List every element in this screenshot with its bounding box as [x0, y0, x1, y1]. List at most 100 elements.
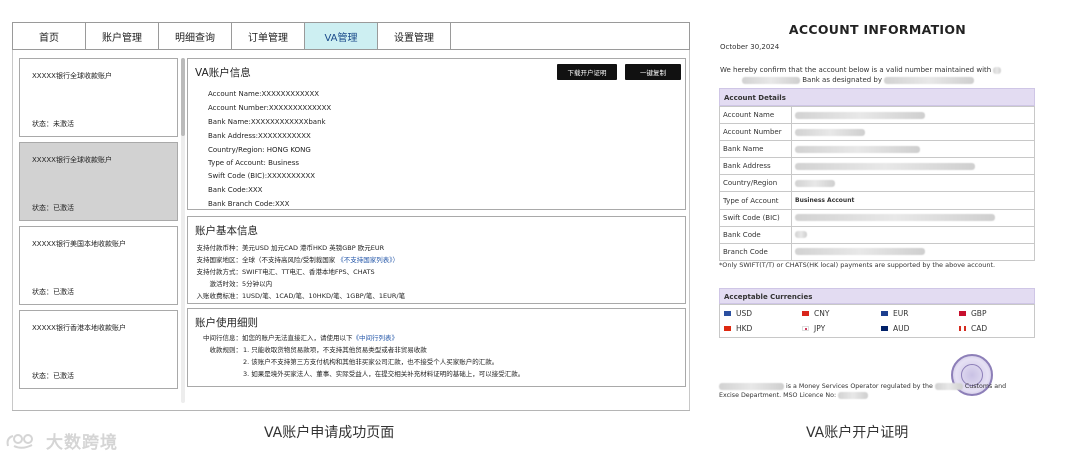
table-row: Branch Code: [719, 242, 1035, 261]
currency-grid: USD CNY EUR GBP HKD JPY AUD CAD: [719, 304, 1035, 338]
info-label: 激活时效：: [209, 280, 243, 288]
detail-label: Swift Code (BIC): [719, 208, 792, 227]
basic-info-title: 账户基本信息: [195, 225, 258, 237]
redacted-text: [795, 145, 920, 153]
account-name: XXXXX银行香港本地收款账户: [32, 324, 126, 332]
rule-item: 3. 如果是境外买家法人、董事、实际受益人，在提交相关补充材料证明的基础上，可以…: [243, 370, 525, 378]
detail-label: Branch Code: [719, 242, 792, 261]
info-row: 支持付款方式：SWIFT电汇、TT电汇、香港本地FPS、CHATS: [196, 266, 375, 276]
rule-item: 2. 该账户不支持第三方支付机构和其他非买家公司汇款，也不接受个人买家账户的汇款…: [243, 358, 499, 366]
detail-value: [791, 242, 1035, 261]
account-card[interactable]: XXXXX银行香港本地收款账户 状态：已激活: [19, 310, 178, 389]
copy-all-button[interactable]: 一键复制: [625, 64, 681, 80]
info-value: 美元USD 加元CAD 港币HKD 英镑GBP 欧元EUR: [242, 244, 385, 252]
info-value: 1USD/笔、1CAD/笔、10HKD/笔、1GBP/笔、1EUR/笔: [242, 292, 406, 300]
info-label: 支持付款币种：: [196, 244, 243, 252]
detail-label: Type of Account: [719, 191, 792, 210]
currency-item: USD: [724, 309, 752, 318]
table-row: Account Name: [719, 105, 1035, 125]
tab-account-management[interactable]: 账户管理: [86, 23, 159, 49]
acceptable-currencies-header: Acceptable Currencies: [719, 288, 1035, 304]
detail-label: Country/Region: [719, 174, 792, 193]
au-flag-icon: [881, 326, 888, 331]
redacted-text: [934, 382, 963, 390]
table-row: Type of Account Business Account: [719, 191, 1035, 210]
page-bottom-border: [12, 410, 690, 411]
right-caption: VA账户开户证明: [806, 425, 909, 441]
currency-item: CAD: [959, 324, 987, 333]
top-nav: 首页 账户管理 明细查询 订单管理 VA管理 设置管理: [12, 22, 690, 50]
currency-code: USD: [736, 309, 753, 318]
field-swift-code: Swift Code (BIC):XXXXXXXXXX: [208, 172, 316, 180]
account-details-table: Account Name Account Number Bank Name Ba…: [719, 105, 1035, 261]
unsupported-countries-link[interactable]: 《不支持国家列表》）: [337, 256, 399, 264]
currency-item: CNY: [802, 309, 829, 318]
info-label: 入账收费标准：: [196, 292, 243, 300]
rules-label-row: 收款规则：: [196, 344, 243, 354]
detail-label: Bank Name: [719, 140, 792, 159]
redacted-text: [795, 214, 995, 222]
info-row: 入账收费标准：1USD/笔、1CAD/笔、10HKD/笔、1GBP/笔、1EUR…: [196, 290, 406, 300]
account-status: 状态：已激活: [32, 288, 74, 296]
jp-flag-icon: [802, 326, 809, 331]
currency-code: EUR: [893, 309, 909, 318]
intermediary-row: 中间行信息：如您的账户无法直接汇入，请使用以下《中间行列表》: [196, 332, 398, 342]
tab-detail-query[interactable]: 明细查询: [159, 23, 232, 49]
scrollbar-thumb[interactable]: [181, 58, 185, 136]
redacted-text: [795, 162, 975, 170]
certificate-intro: We hereby confirm that the account below…: [720, 65, 1026, 85]
detail-value: Business Account: [791, 191, 1035, 210]
currency-code: CAD: [971, 324, 988, 333]
detail-value: [791, 123, 1035, 142]
footer-line-1: is a Money Services Operator regulated b…: [786, 383, 933, 390]
account-card-selected[interactable]: XXXXX银行全球收款账户 状态：已激活: [19, 142, 178, 221]
detail-label: Bank Address: [719, 157, 792, 176]
info-row: 激活时效：5分钟以内: [196, 278, 273, 288]
field-account-name: Account Name:XXXXXXXXXXXX: [208, 90, 320, 98]
intro-line-2: Bank as designated by: [802, 76, 883, 84]
va-info-panel: VA账户信息 下载开户证明 一键复制 Account Name:XXXXXXXX…: [187, 58, 686, 210]
currency-item: GBP: [959, 309, 986, 318]
uk-flag-icon: [959, 311, 966, 316]
usage-rules-title: 账户使用细则: [195, 317, 258, 329]
currency-code: JPY: [814, 324, 826, 333]
account-card[interactable]: XXXXX银行美国本地收款账户 状态：已激活: [19, 226, 178, 305]
tab-va-management[interactable]: VA管理: [305, 23, 378, 49]
redacted-text: [993, 66, 1002, 74]
watermark: 大数跨境: [4, 428, 118, 453]
redacted-text: [795, 231, 807, 239]
detail-label: Account Name: [719, 105, 792, 125]
detail-value: [791, 174, 1035, 193]
currency-item: JPY: [802, 324, 825, 333]
currency-item: AUD: [881, 324, 909, 333]
table-row: Account Number: [719, 123, 1035, 142]
intermediary-bank-link[interactable]: 《中间行列表》: [353, 334, 399, 342]
detail-value: [791, 105, 1035, 125]
certificate-title: ACCOUNT INFORMATION: [788, 22, 967, 37]
watermark-text: 大数跨境: [46, 433, 118, 453]
certificate-date: October 30,2024: [720, 43, 780, 51]
info-value: SWIFT电汇、TT电汇、香港本地FPS、CHATS: [242, 268, 375, 276]
tab-home[interactable]: 首页: [13, 23, 86, 49]
currency-code: AUD: [893, 324, 910, 333]
account-card[interactable]: XXXXX银行全球收款账户 状态：未激活: [19, 58, 178, 137]
usage-rules-panel: 账户使用细则 中间行信息：如您的账户无法直接汇入，请使用以下《中间行列表》 收款…: [187, 308, 686, 387]
intro-line-1: We hereby confirm that the account below…: [720, 66, 992, 74]
detail-value: [791, 208, 1035, 227]
info-label: 支持付款方式：: [196, 268, 243, 276]
tab-settings[interactable]: 设置管理: [378, 23, 451, 49]
info-value: 全球（不支持高风险/受制裁国家: [242, 256, 336, 264]
eu-flag-icon: [881, 311, 888, 316]
ca-flag-icon: [959, 326, 966, 331]
info-value: 5分钟以内: [242, 280, 273, 288]
info-label: 支持国家地区：: [196, 256, 243, 264]
account-status: 状态：未激活: [32, 120, 74, 128]
detail-label: Bank Code: [719, 225, 792, 244]
rules-label: 收款规则：: [209, 346, 243, 354]
download-certificate-button[interactable]: 下载开户证明: [557, 64, 617, 80]
field-bank-name: Bank Name:XXXXXXXXXXXXbank: [208, 118, 326, 126]
intermediary-text: 如您的账户无法直接汇入，请使用以下: [242, 334, 353, 342]
footer-line-2: Customs and: [964, 383, 1007, 390]
currency-code: CNY: [814, 309, 830, 318]
tab-order-management[interactable]: 订单管理: [232, 23, 305, 49]
